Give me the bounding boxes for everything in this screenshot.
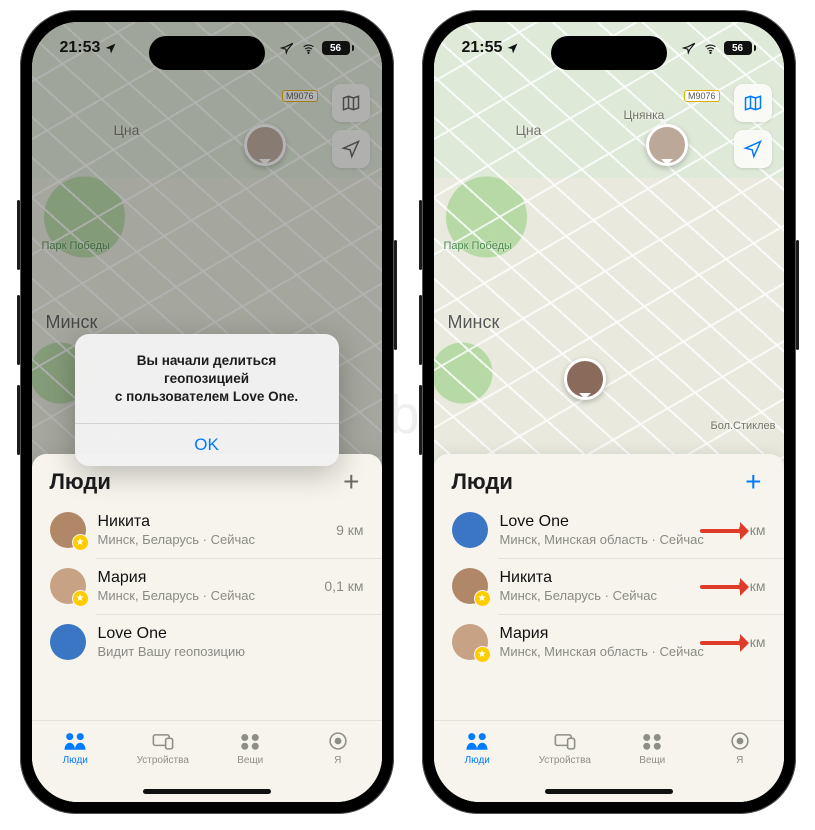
me-icon — [324, 729, 352, 753]
person-name: Love One — [98, 625, 352, 643]
tab-items[interactable]: Вещи — [207, 729, 295, 766]
home-indicator — [545, 789, 673, 794]
person-distance: 0,1 км — [324, 578, 363, 594]
person-name: Никита — [500, 569, 727, 587]
avatar — [452, 568, 488, 604]
alert-ok-button[interactable]: OK — [75, 424, 339, 466]
add-person-button[interactable]: + — [741, 468, 765, 496]
person-subtitle: Минск, Минская область · Сейчас — [500, 532, 727, 547]
airplane-mode-icon — [280, 41, 295, 55]
sheet-title: Люди — [50, 469, 111, 495]
wifi-icon — [300, 42, 317, 55]
person-row[interactable]: Love One Видит Вашу геопозицию — [32, 614, 382, 670]
add-person-button[interactable]: + — [339, 468, 363, 496]
person-subtitle: Минск, Минская область · Сейчас — [500, 644, 727, 659]
map-road-badge: M9076 — [684, 90, 720, 102]
location-services-icon — [506, 42, 519, 55]
avatar — [50, 512, 86, 548]
iphone-frame-left: Цна Минск Парк Победы M9076 21:53 — [20, 10, 394, 814]
status-time: 21:55 — [462, 39, 503, 57]
people-icon — [463, 729, 491, 753]
tab-label: Я — [736, 755, 743, 766]
person-name: Мария — [500, 625, 727, 643]
person-subtitle: Видит Вашу геопозицию — [98, 644, 352, 659]
tab-items[interactable]: Вещи — [609, 729, 697, 766]
battery-level: 56 — [322, 41, 350, 55]
map-label-city: Минск — [448, 312, 500, 333]
person-row[interactable]: Никита Минск, Беларусь · Сейчас 9 км — [32, 502, 382, 558]
map-mode-button[interactable] — [734, 84, 772, 122]
dynamic-island — [551, 36, 667, 70]
share-started-alert: Вы начали делиться геопозицией с пользов… — [75, 334, 339, 466]
sheet-title: Люди — [452, 469, 513, 495]
tab-people[interactable]: Люди — [32, 729, 120, 766]
tab-label: Люди — [465, 755, 490, 766]
person-distance: 9 км — [738, 578, 765, 594]
map-controls — [734, 84, 772, 168]
person-distance: 0 км — [738, 522, 765, 538]
status-time: 21:53 — [60, 39, 101, 57]
person-subtitle: Минск, Беларусь · Сейчас — [98, 588, 313, 603]
me-icon — [726, 729, 754, 753]
tab-devices[interactable]: Устройства — [119, 729, 207, 766]
person-name: Love One — [500, 513, 727, 531]
tab-label: Вещи — [639, 755, 665, 766]
map-label-town2: Цнянка — [624, 108, 665, 122]
tab-label: Устройства — [137, 755, 189, 766]
tab-label: Я — [334, 755, 341, 766]
items-icon — [236, 729, 264, 753]
locate-me-button[interactable] — [734, 130, 772, 168]
person-row[interactable]: Мария Минск, Минская область · Сейчас 0 … — [434, 614, 784, 670]
map-label-park: Парк Победы — [444, 240, 512, 252]
devices-icon — [149, 729, 177, 753]
person-name: Мария — [98, 569, 313, 587]
items-icon — [638, 729, 666, 753]
person-subtitle: Минск, Беларусь · Сейчас — [98, 532, 325, 547]
tab-label: Люди — [63, 755, 88, 766]
map-person-pin[interactable] — [564, 358, 606, 400]
person-subtitle: Минск, Беларусь · Сейчас — [500, 588, 727, 603]
airplane-mode-icon — [682, 41, 697, 55]
tab-people[interactable]: Люди — [434, 729, 522, 766]
tab-me[interactable]: Я — [294, 729, 382, 766]
location-services-icon — [104, 42, 117, 55]
tab-me[interactable]: Я — [696, 729, 784, 766]
battery-indicator: 56 — [322, 41, 354, 55]
avatar — [452, 624, 488, 660]
tab-label: Устройства — [539, 755, 591, 766]
tab-devices[interactable]: Устройства — [521, 729, 609, 766]
screen: Цна Минск Парк Победы M9076 21:53 — [32, 22, 382, 802]
person-distance: 0 км — [738, 634, 765, 650]
person-name: Никита — [98, 513, 325, 531]
person-row[interactable]: Love One Минск, Минская область · Сейчас… — [434, 502, 784, 558]
battery-level: 56 — [724, 41, 752, 55]
wifi-icon — [702, 42, 719, 55]
avatar — [50, 568, 86, 604]
home-indicator — [143, 789, 271, 794]
devices-icon — [551, 729, 579, 753]
battery-indicator: 56 — [724, 41, 756, 55]
person-row[interactable]: Никита Минск, Беларусь · Сейчас 9 км — [434, 558, 784, 614]
map-label-town: Цна — [516, 122, 542, 138]
people-icon — [61, 729, 89, 753]
map-label-street: Бол.Стиклев — [710, 420, 775, 432]
dynamic-island — [149, 36, 265, 70]
person-row[interactable]: Мария Минск, Беларусь · Сейчас 0,1 км — [32, 558, 382, 614]
map-person-pin[interactable] — [646, 124, 688, 166]
iphone-frame-right: Цна Цнянка Минск Парк Победы Бол.Стиклев… — [422, 10, 796, 814]
person-distance: 9 км — [336, 522, 363, 538]
tab-label: Вещи — [237, 755, 263, 766]
alert-message: Вы начали делиться геопозицией с пользов… — [75, 334, 339, 423]
avatar — [50, 624, 86, 660]
screen: Цна Цнянка Минск Парк Победы Бол.Стиклев… — [434, 22, 784, 802]
avatar — [452, 512, 488, 548]
